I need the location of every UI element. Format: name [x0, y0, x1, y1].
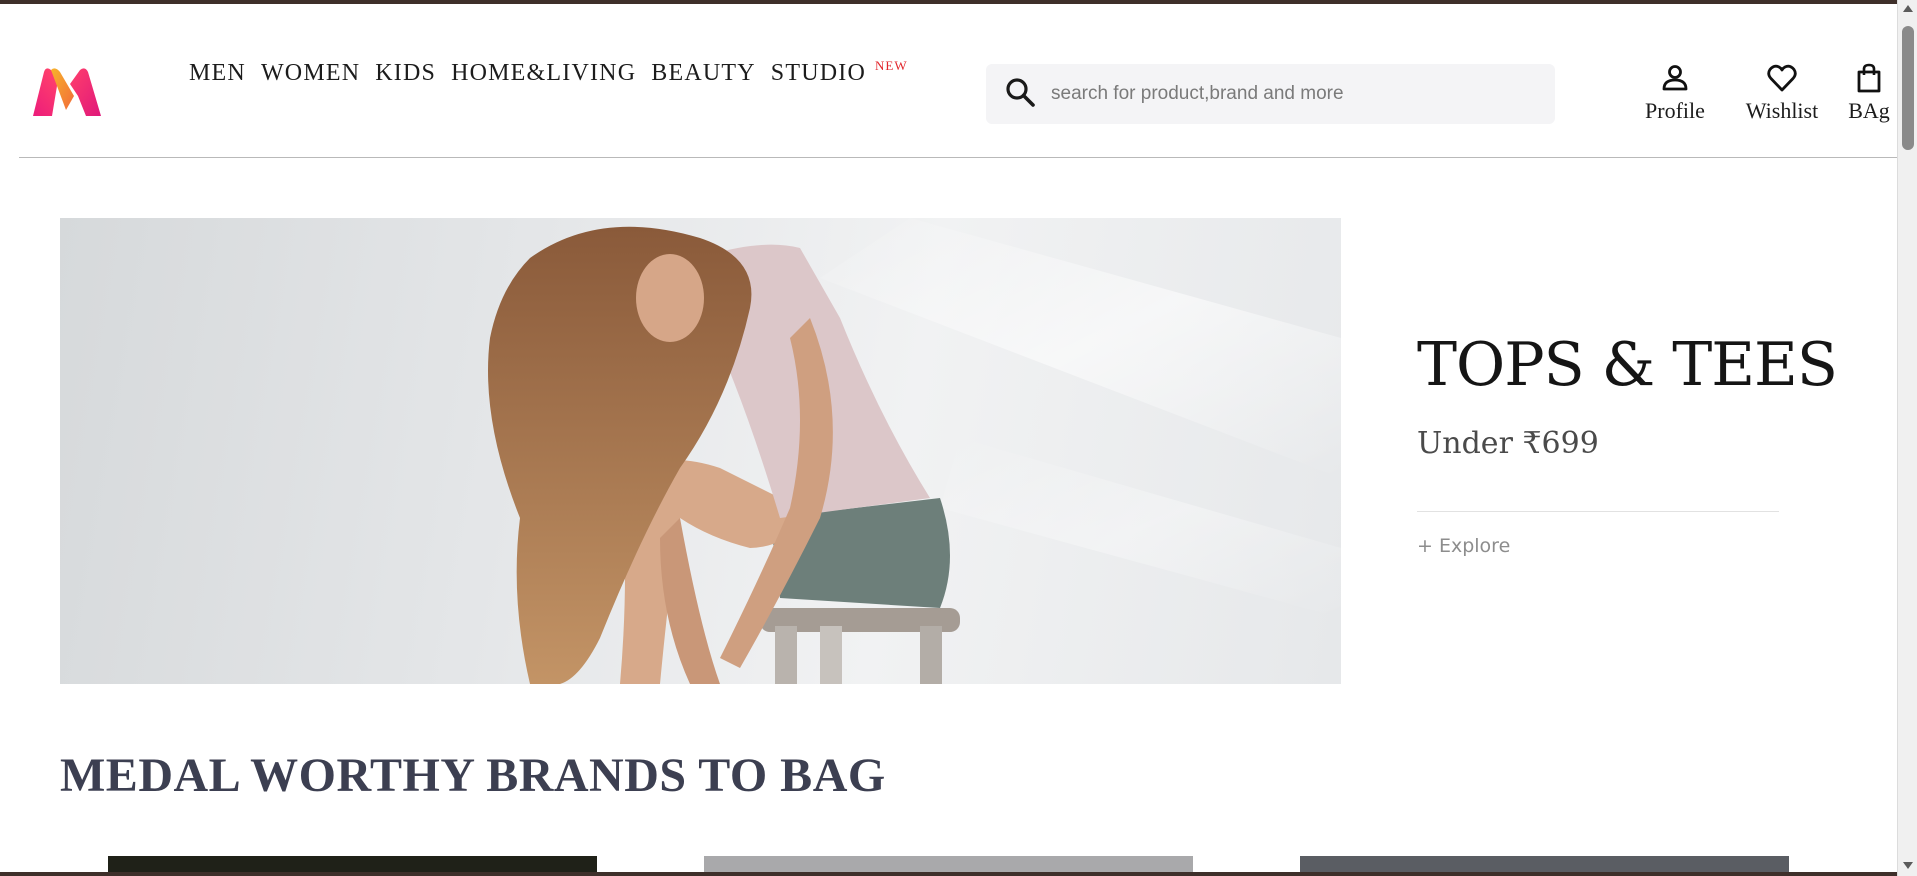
scroll-thumb[interactable]: [1902, 26, 1914, 150]
heart-icon: [1767, 64, 1797, 92]
page-scrollbar[interactable]: [1897, 0, 1917, 876]
myntra-logo-icon[interactable]: [30, 66, 104, 118]
scroll-up-arrow-icon[interactable]: [1903, 5, 1913, 12]
wishlist-label: Wishlist: [1745, 98, 1819, 123]
profile-button[interactable]: Profile: [1640, 62, 1710, 124]
new-badge: NEW: [875, 58, 908, 73]
explore-link[interactable]: + Explore: [1417, 535, 1510, 557]
nav-item-beauty[interactable]: BEAUTY: [651, 60, 756, 87]
hero-banner-image[interactable]: [60, 218, 1341, 684]
search-icon[interactable]: [986, 75, 1037, 114]
hero-title: TOPS & TEES: [1417, 330, 1838, 400]
nav-item-men[interactable]: MEN: [189, 60, 246, 87]
nav-item-kids[interactable]: KIDS: [375, 60, 436, 87]
main-nav: MEN WOMEN KIDS HOME&LIVING BEAUTY STUDIO…: [189, 58, 908, 87]
hero-subtitle: Under ₹699: [1417, 426, 1599, 461]
site-header: MEN WOMEN KIDS HOME&LIVING BEAUTY STUDIO…: [0, 4, 1897, 157]
nav-item-home-living[interactable]: HOME&LIVING: [451, 60, 636, 87]
header-actions: Profile Wishlist BAg: [1640, 62, 1894, 124]
model-seated-on-stool-photo: [488, 218, 1341, 684]
bag-icon: [1857, 63, 1881, 93]
window-bottom-border: [0, 872, 1897, 876]
nav-item-studio[interactable]: STUDIO: [771, 60, 866, 87]
hero-divider: [1417, 511, 1779, 512]
profile-label: Profile: [1645, 98, 1705, 123]
profile-icon: [1662, 65, 1688, 91]
nav-item-women[interactable]: WOMEN: [261, 60, 360, 87]
bag-label: BAg: [1848, 98, 1890, 123]
bag-button[interactable]: BAg: [1844, 62, 1894, 124]
header-divider: [19, 157, 1897, 158]
scroll-down-arrow-icon[interactable]: [1903, 862, 1913, 869]
section-title: MEDAL WORTHY BRANDS TO BAG: [60, 749, 886, 802]
search-bar[interactable]: [986, 64, 1555, 124]
wishlist-button[interactable]: Wishlist: [1738, 62, 1826, 124]
search-input[interactable]: [1051, 83, 1531, 105]
